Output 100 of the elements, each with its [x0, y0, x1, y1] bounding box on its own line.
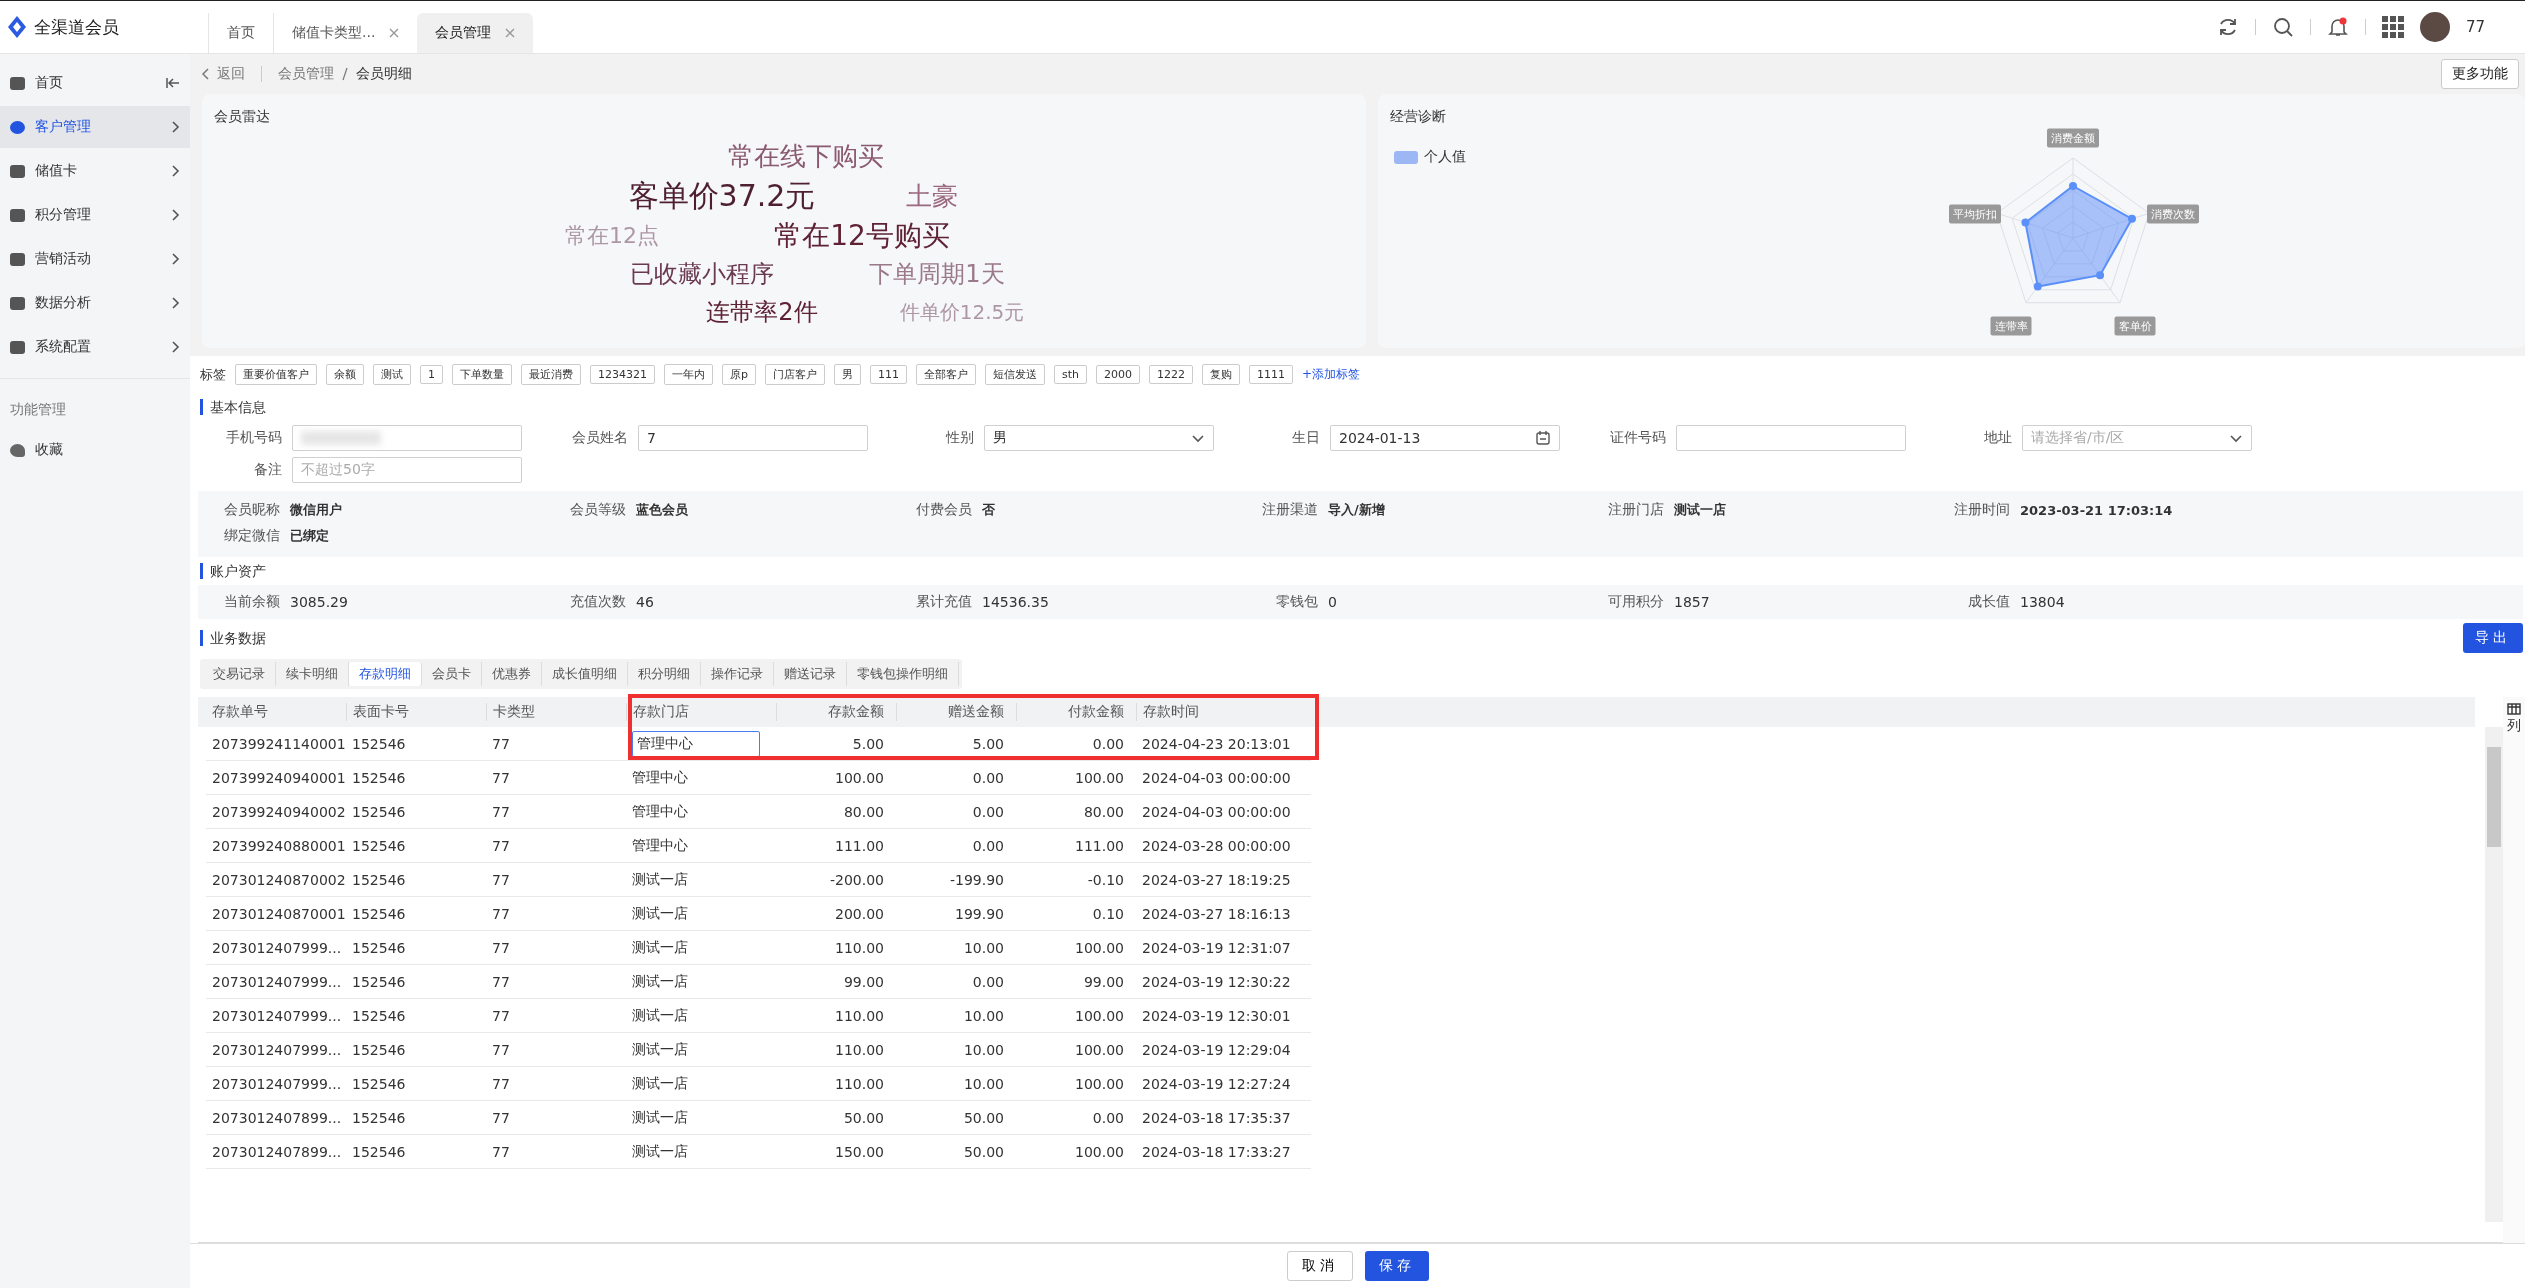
data-tab[interactable]: 成长值明细 [542, 662, 628, 686]
tag[interactable]: 重要价值客户 [235, 364, 317, 385]
user-name[interactable]: 77 [2465, 18, 2485, 36]
column-settings-button[interactable]: 列 [2503, 697, 2525, 1243]
column-header: 存款门店 [626, 703, 776, 721]
table-cell-text: 测试一店 [631, 1108, 689, 1127]
back-chevron-icon[interactable] [202, 68, 209, 80]
tag[interactable]: 最近消费 [521, 364, 581, 385]
bell-icon[interactable] [2326, 16, 2349, 38]
phone-field[interactable] [292, 425, 522, 451]
field-label: 地址 [1983, 429, 2012, 447]
data-tab[interactable]: 交易记录 [203, 662, 276, 686]
asset-value: 3085.29 [290, 594, 348, 610]
table-cell-text: -199.90 [948, 871, 1005, 888]
data-tab[interactable]: 积分明细 [628, 662, 701, 686]
nav-item[interactable]: 客户管理 [0, 106, 190, 148]
table-cell-text: 2024-03-19 12:31:07 [1141, 939, 1292, 956]
nav-item[interactable]: 积分管理 [0, 194, 190, 236]
tag[interactable]: 111 [870, 365, 907, 384]
nav-item[interactable]: 营销活动 [0, 238, 190, 280]
tag[interactable]: 复购 [1202, 364, 1240, 385]
axis-label: 消费次数 [2147, 204, 2199, 224]
data-tab[interactable]: 会员卡 [422, 662, 482, 686]
column-header: 赠送金额 [896, 703, 1016, 721]
more-button[interactable]: 更多功能 [2441, 59, 2519, 89]
tag[interactable]: 1 [420, 365, 443, 384]
field-label: 会员姓名 [571, 429, 628, 447]
data-tab[interactable]: 赠送记录 [774, 662, 847, 686]
table-cell-text: 152546 [351, 1075, 407, 1092]
asset-value: 1857 [1674, 594, 1710, 610]
table-cell-text: 200.00 [834, 905, 885, 922]
scrollbar[interactable] [2485, 727, 2503, 1222]
nav-item[interactable]: 储值卡 [0, 150, 190, 192]
tag[interactable]: 1222 [1149, 365, 1193, 384]
avatar[interactable] [2419, 12, 2450, 42]
table-cell-text: 150.00 [834, 1143, 885, 1160]
tag[interactable]: 1234321 [590, 365, 655, 384]
chevron-icon [172, 121, 180, 133]
search-icon[interactable] [2271, 16, 2294, 38]
chevron-icon [172, 209, 180, 221]
table-cell-text: 152546 [351, 735, 407, 752]
tag[interactable]: 门店客户 [765, 364, 825, 385]
add-tag-link[interactable]: +添加标签 [1302, 366, 1361, 383]
data-tab[interactable]: 零钱包操作明细 [847, 662, 959, 686]
tag[interactable]: 短信发送 [985, 364, 1045, 385]
export-button[interactable]: 导出 [2463, 623, 2523, 653]
select-field[interactable]: 男 [984, 425, 1214, 451]
section-heading: 账户资产 [200, 563, 2515, 579]
breadcrumb-item[interactable]: 会员明细 [356, 65, 412, 83]
tags-label: 标签 [200, 365, 226, 384]
table-cell-text: 2024-03-19 12:30:01 [1141, 1007, 1292, 1024]
data-point [2127, 214, 2136, 223]
collapse-icon[interactable] [166, 77, 180, 89]
store-input-field[interactable]: 管理中心 [632, 730, 760, 757]
data-tab[interactable]: 优惠券 [482, 662, 542, 686]
apps-grid-icon[interactable] [2381, 16, 2404, 38]
column-header: 存款单号 [211, 703, 269, 721]
table-cell-text: 2073012407999... [211, 1075, 343, 1092]
tag[interactable]: 原p [722, 364, 756, 385]
tag[interactable]: 男 [834, 364, 861, 385]
table-cell-text: 0.00 [971, 973, 1005, 990]
nav-item[interactable]: 数据分析 [0, 282, 190, 324]
tag[interactable]: 一年内 [664, 364, 713, 385]
text-field[interactable] [1676, 425, 1906, 451]
date-field[interactable]: 2024-01-13 [1330, 425, 1560, 451]
chevron-icon [172, 165, 180, 177]
tag[interactable]: 全部客户 [916, 364, 976, 385]
save-button[interactable]: 保存 [1364, 1251, 1429, 1281]
field-label: 证件号码 [1609, 429, 1666, 447]
asset-label: 当前余额 [223, 593, 280, 611]
table-cell-text: 测试一店 [631, 870, 689, 889]
nav-item[interactable]: 收藏 [0, 429, 190, 471]
tag[interactable]: sth [1054, 365, 1087, 384]
table-cell-text: 0.00 [1091, 735, 1125, 752]
table-cell-text: 测试一店 [631, 1040, 689, 1059]
text-field[interactable]: 7 [638, 425, 868, 451]
page-tab[interactable]: 会员管理 [417, 13, 534, 53]
info-value: 测试一店 [1674, 501, 1726, 519]
data-tab[interactable]: 存款明细 [349, 662, 422, 686]
column-header: 卡类型 [486, 703, 626, 721]
table-cell-text: 100.00 [1074, 1075, 1125, 1092]
column-header: 存款时间 [1136, 703, 1311, 721]
cancel-button[interactable]: 取消 [1286, 1251, 1353, 1281]
table-cell-text: 100.00 [1074, 1007, 1125, 1024]
close-icon[interactable] [389, 28, 400, 38]
back-link[interactable]: 返回 [217, 65, 245, 83]
breadcrumb-item[interactable]: 会员管理 [278, 65, 334, 83]
tag[interactable]: 1111 [1249, 365, 1293, 384]
tag[interactable]: 测试 [373, 364, 411, 385]
data-tab[interactable]: 操作记录 [701, 662, 774, 686]
table-cell-text: 152546 [351, 939, 407, 956]
cloud-word: 连带率2件 [706, 300, 818, 324]
tag[interactable]: 下单数量 [452, 364, 512, 385]
nav-item[interactable]: 系统配置 [0, 326, 190, 368]
tag[interactable]: 2000 [1096, 365, 1140, 384]
table-cell-text: 110.00 [834, 1007, 885, 1024]
tag[interactable]: 余额 [326, 364, 364, 385]
table-cell-text: 2024-04-03 00:00:00 [1141, 803, 1292, 820]
nav-item[interactable]: 首页 [0, 62, 190, 104]
page-tab[interactable]: 首页 [208, 13, 273, 53]
